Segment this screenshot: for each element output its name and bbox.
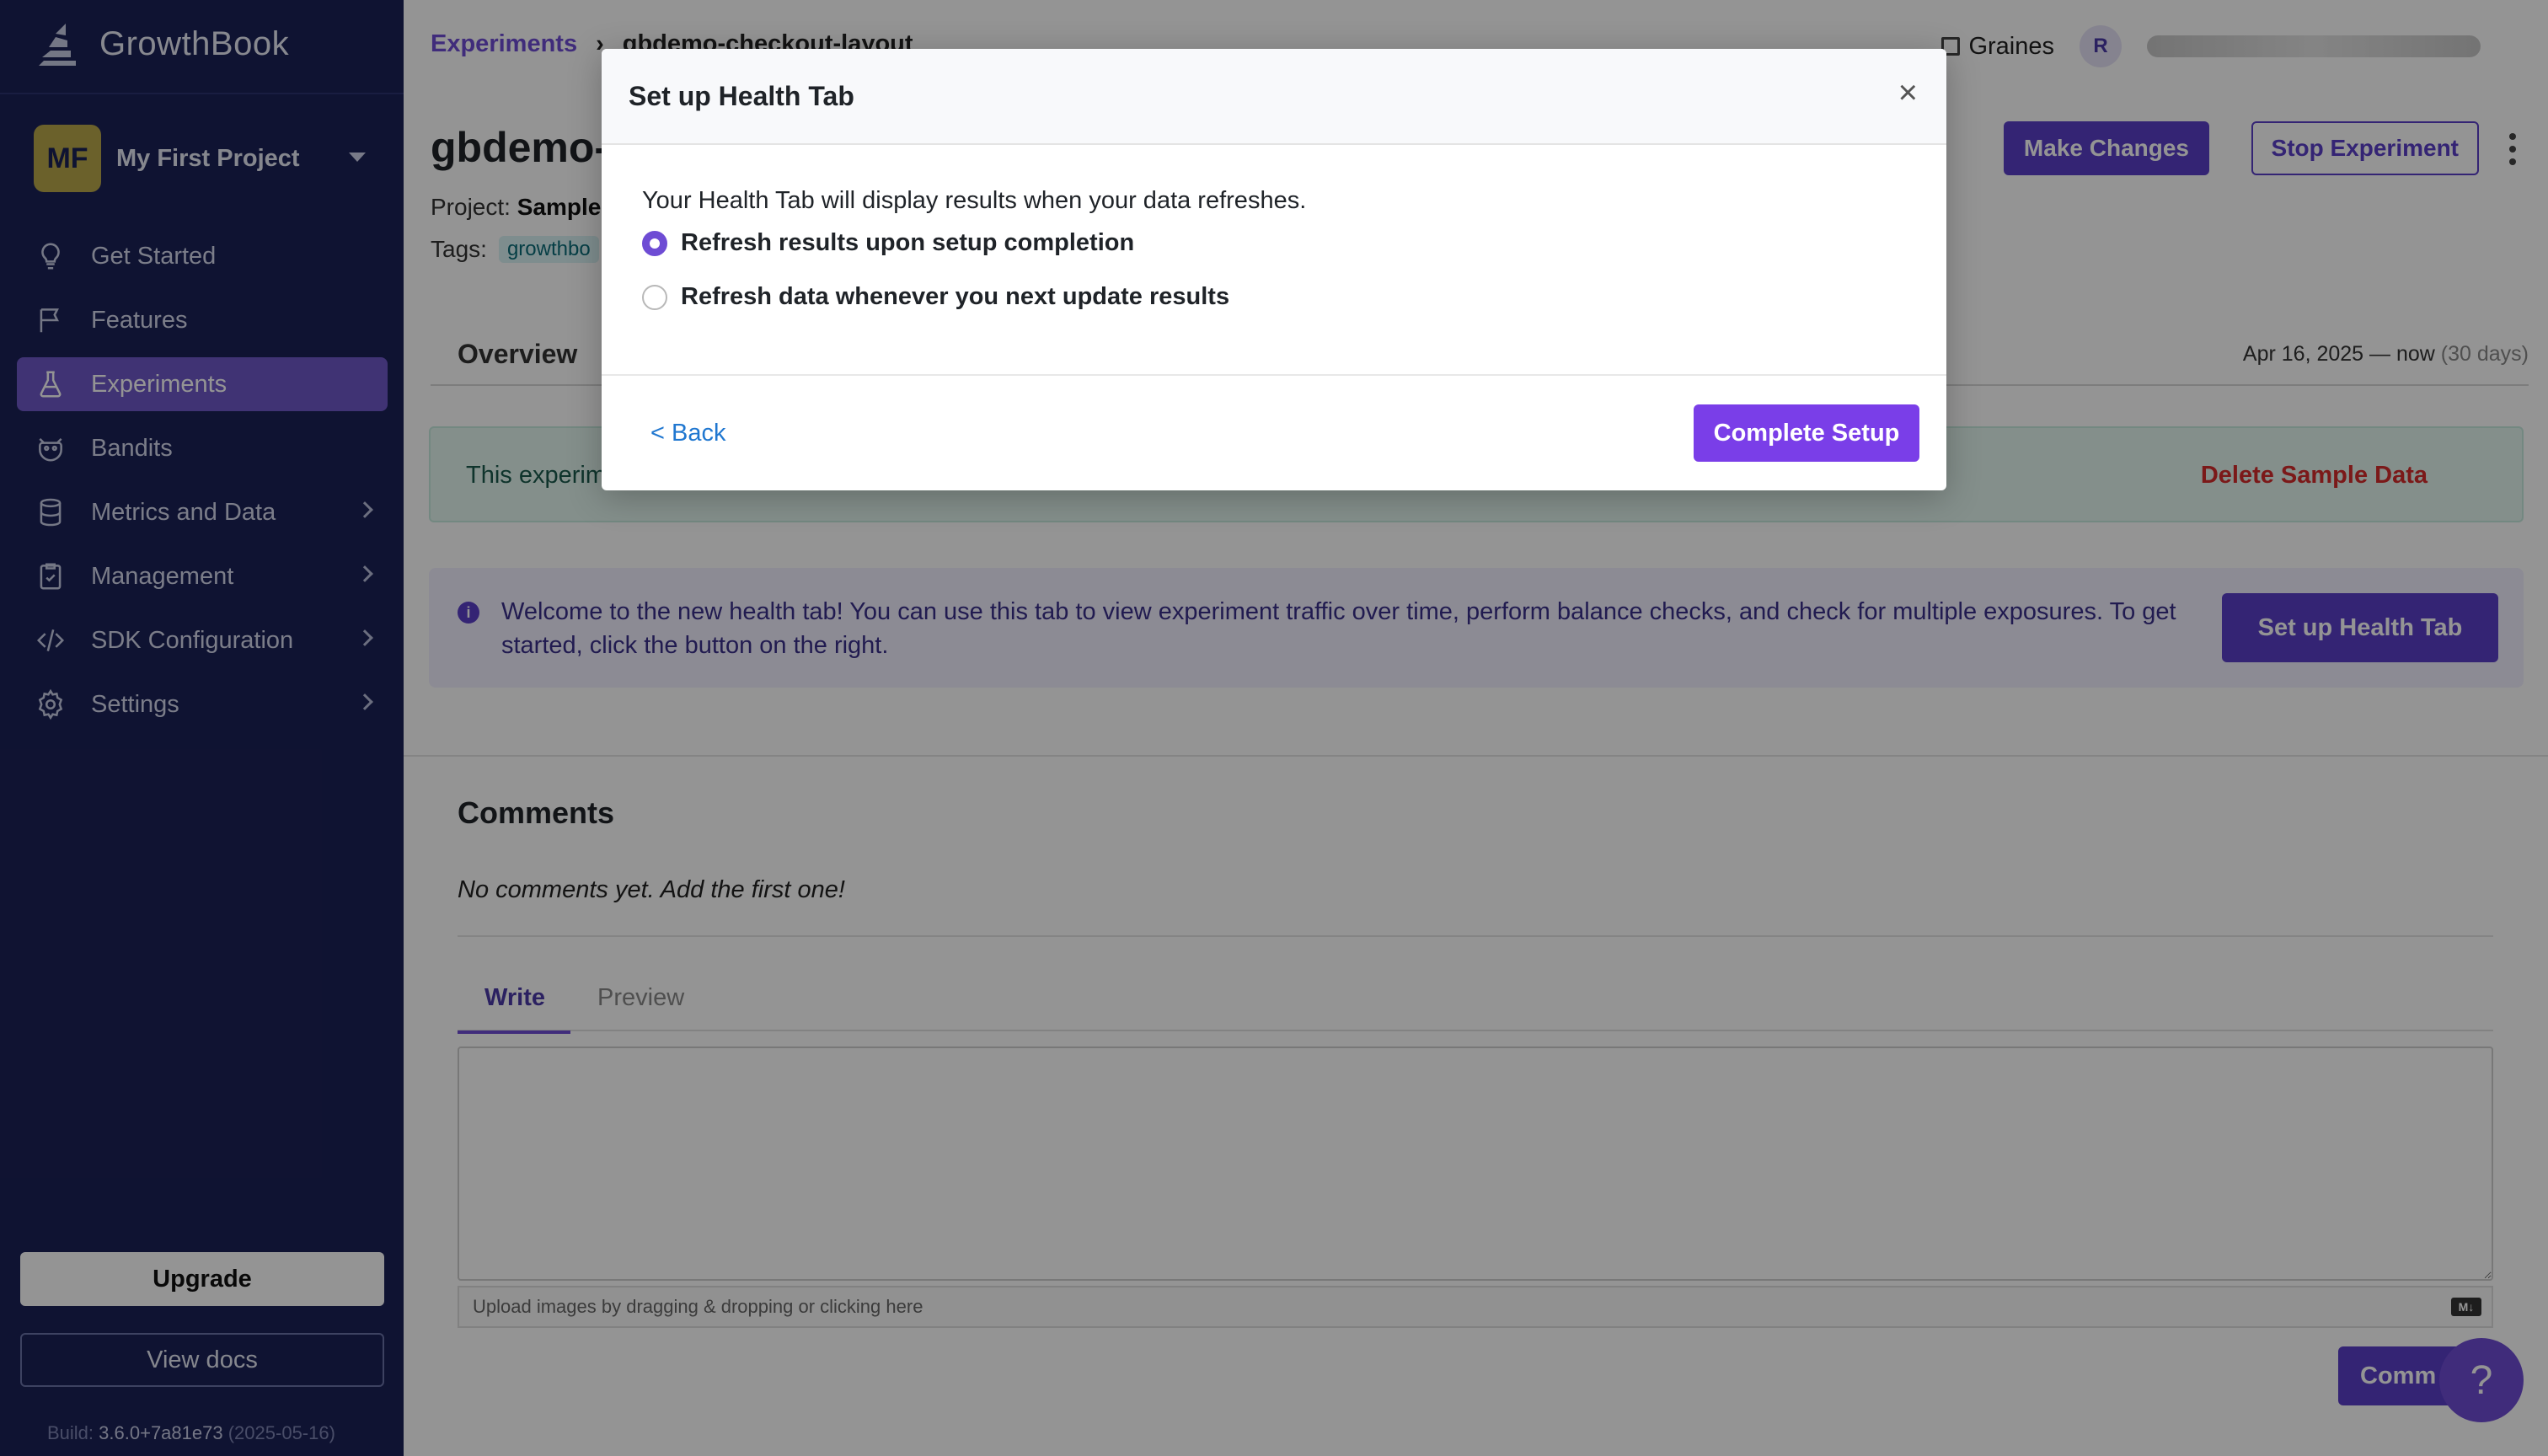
modal-footer-divider: [602, 374, 1946, 376]
radio-refresh-upon-setup[interactable]: Refresh results upon setup completion: [642, 229, 1134, 257]
modal-header: Set up Health Tab ×: [602, 49, 1946, 145]
radio-label: Refresh data whenever you next update re…: [681, 283, 1230, 310]
close-icon[interactable]: ×: [1898, 74, 1918, 112]
back-link[interactable]: < Back: [650, 420, 725, 447]
modal-description: Your Health Tab will display results whe…: [642, 187, 1307, 214]
setup-health-tab-modal: Set up Health Tab × Your Health Tab will…: [602, 49, 1946, 490]
modal-title: Set up Health Tab: [629, 81, 854, 111]
radio-unchecked[interactable]: [642, 284, 667, 310]
radio-label: Refresh results upon setup completion: [681, 229, 1135, 256]
radio-refresh-next-update[interactable]: Refresh data whenever you next update re…: [642, 283, 1229, 311]
complete-setup-button[interactable]: Complete Setup: [1694, 404, 1919, 462]
radio-checked[interactable]: [642, 230, 667, 256]
